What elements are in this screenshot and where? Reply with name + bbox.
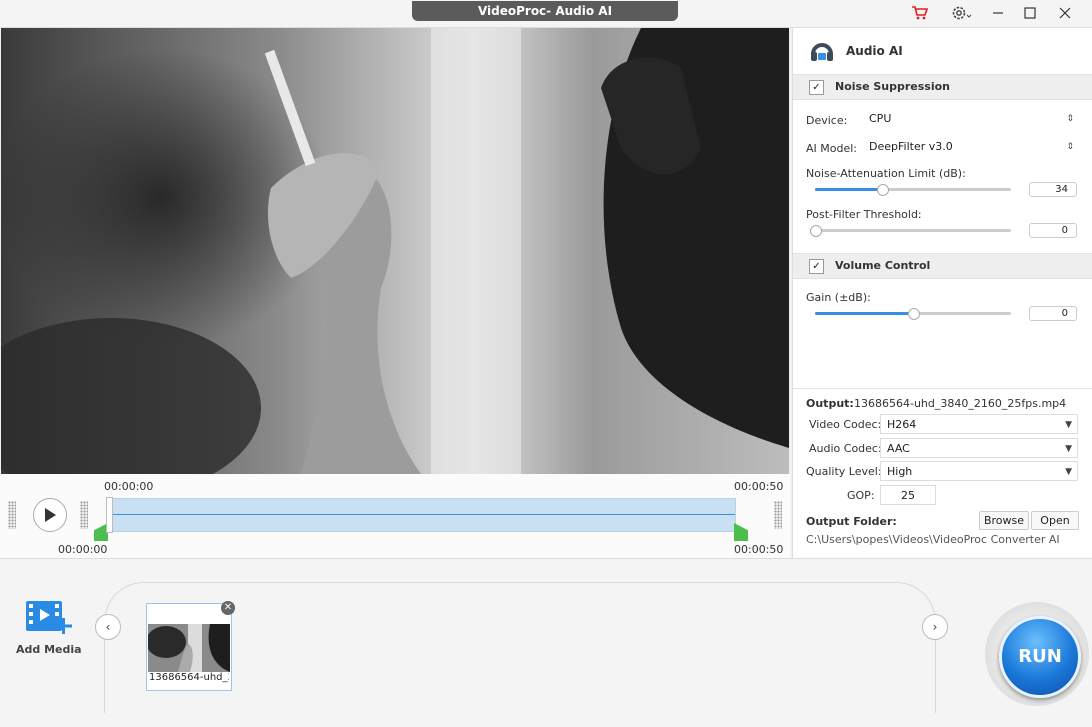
post-filter-label: Post-Filter Threshold:	[806, 208, 922, 221]
attenuation-slider[interactable]	[815, 184, 1011, 196]
waveform-line	[107, 514, 735, 515]
add-media-button[interactable]	[24, 598, 74, 638]
volume-control-checkbox[interactable]: ✓	[809, 259, 824, 274]
gop-label: GOP:	[847, 489, 875, 502]
quality-level-value: High	[887, 465, 913, 478]
time-start-top: 00:00:00	[104, 480, 154, 493]
play-button[interactable]	[33, 498, 67, 532]
play-icon	[45, 508, 56, 522]
attenuation-label: Noise-Attenuation Limit (dB):	[806, 167, 966, 180]
divider	[793, 388, 1092, 389]
device-label: Device:	[806, 114, 848, 127]
chevron-left-icon: ‹	[105, 620, 111, 634]
left-grip-handle[interactable]	[8, 501, 16, 529]
trim-left-grip-handle[interactable]	[80, 501, 88, 529]
ai-model-value: DeepFilter v3.0	[869, 140, 953, 153]
panel-title: Audio AI	[846, 44, 903, 58]
volume-control-label: Volume Control	[835, 259, 931, 272]
audio-codec-label: Audio Codec:	[809, 442, 882, 455]
output-label: Output:	[806, 397, 854, 410]
open-button[interactable]: Open	[1031, 511, 1079, 530]
close-icon[interactable]	[1054, 3, 1076, 23]
audio-ai-panel: Audio AI ✓ Noise Suppression Device: CPU…	[792, 28, 1092, 558]
remove-media-button[interactable]: ✕	[221, 601, 235, 615]
cart-icon[interactable]	[909, 3, 931, 23]
time-end-top: 00:00:50	[734, 480, 784, 493]
post-filter-value[interactable]: 0	[1029, 223, 1077, 238]
video-codec-select[interactable]: H264 ▼	[880, 414, 1078, 434]
noise-suppression-checkbox[interactable]: ✓	[809, 80, 824, 95]
device-value: CPU	[869, 112, 892, 125]
right-grip-handle[interactable]	[774, 501, 782, 529]
chevron-down-icon: ▼	[1065, 444, 1072, 454]
chevron-down-icon: ▼	[1065, 467, 1072, 477]
chevron-down-icon: ▼	[1065, 420, 1072, 430]
post-filter-slider[interactable]	[810, 225, 1011, 237]
audio-ai-icon	[809, 38, 835, 64]
gear-icon[interactable]	[950, 3, 972, 23]
quality-level-select[interactable]: High ▼	[880, 461, 1078, 481]
chevron-right-icon: ›	[932, 620, 938, 634]
video-frame-image	[1, 28, 789, 474]
output-folder-path: C:\Users\popes\Videos\VideoProc Converte…	[806, 533, 1060, 546]
slider-fill	[815, 188, 882, 191]
updown-icon: ⇕	[1066, 142, 1074, 152]
prev-media-button[interactable]: ‹	[95, 614, 121, 640]
audio-codec-value: AAC	[887, 442, 910, 455]
output-filename: 13686564-uhd_3840_2160_25fps.mp4	[854, 397, 1067, 410]
updown-icon: ⇕	[1066, 114, 1074, 124]
audio-codec-select[interactable]: AAC ▼	[880, 438, 1078, 458]
video-preview[interactable]	[1, 28, 789, 474]
video-codec-value: H264	[887, 418, 917, 431]
panel-header: Audio AI	[793, 28, 1092, 75]
ai-model-select[interactable]: DeepFilter v3.0 ⇕	[863, 137, 1079, 157]
gain-value[interactable]: 0	[1029, 306, 1077, 321]
slider-knob[interactable]	[876, 184, 889, 196]
minimize-icon[interactable]	[987, 3, 1009, 23]
time-start-bottom: 00:00:00	[58, 543, 108, 556]
time-end-bottom: 00:00:50	[734, 543, 784, 556]
playhead[interactable]	[106, 497, 113, 533]
output-folder-label: Output Folder:	[806, 515, 897, 528]
gain-label: Gain (±dB):	[806, 291, 871, 304]
window-title: VideoProc- Audio AI	[412, 1, 678, 21]
next-media-button[interactable]: ›	[922, 614, 948, 640]
attenuation-value[interactable]: 34	[1029, 182, 1077, 197]
timeline-track[interactable]	[106, 498, 736, 532]
device-select[interactable]: CPU ⇕	[863, 109, 1079, 129]
thumbnail-label: 13686564-uhd_3	[149, 672, 229, 683]
noise-suppression-label: Noise Suppression	[835, 80, 951, 93]
gop-input[interactable]: 25	[880, 485, 936, 505]
title-bar: VideoProc- Audio AI	[0, 0, 1092, 28]
ai-model-label: AI Model:	[806, 142, 857, 155]
noise-suppression-section: ✓ Noise Suppression	[793, 74, 1092, 100]
video-codec-label: Video Codec:	[809, 418, 882, 431]
quality-level-label: Quality Level:	[806, 465, 882, 478]
volume-control-section: ✓ Volume Control	[793, 253, 1092, 279]
add-media-label[interactable]: Add Media	[16, 643, 82, 656]
maximize-icon[interactable]	[1019, 3, 1041, 23]
run-button[interactable]: RUN	[999, 616, 1081, 698]
gain-slider[interactable]	[815, 308, 1011, 320]
media-thumbnail[interactable]: 13686564-uhd_3	[146, 603, 232, 691]
slider-fill	[815, 312, 913, 315]
add-media-icon	[26, 601, 72, 634]
browse-button[interactable]: Browse	[979, 511, 1029, 530]
thumbnail-image	[148, 624, 230, 672]
slider-knob[interactable]	[810, 225, 822, 237]
slider-knob[interactable]	[908, 308, 920, 320]
